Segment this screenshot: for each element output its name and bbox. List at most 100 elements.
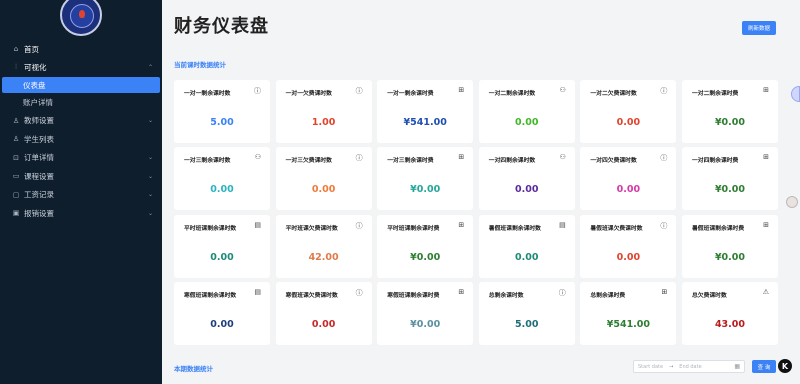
stat-value: 0.00 bbox=[616, 184, 641, 196]
floating-avatar-icon[interactable] bbox=[791, 86, 800, 102]
floating-assistant-button[interactable]: K bbox=[778, 359, 792, 373]
stat-label: 平时班课剩余课时数 bbox=[184, 225, 237, 232]
stat-value: 0.00 bbox=[515, 251, 539, 263]
stat-card: 一对四剩余课时费 ⊞ ¥0.00 bbox=[681, 147, 778, 211]
stat-value: 0.00 bbox=[311, 184, 336, 196]
info-icon: ⓘ bbox=[355, 221, 363, 230]
sidebar-item-label: 报销设置 bbox=[24, 208, 54, 218]
money-icon: ⊞ bbox=[458, 220, 465, 229]
stat-card: 一对一欠费课时数 ⓘ 1.00 bbox=[275, 80, 372, 143]
sidebar-item-2[interactable]: 仪表盘 bbox=[2, 77, 160, 93]
stat-card: 一对三欠费课时数 ⓘ 0.00 bbox=[275, 147, 372, 211]
calendar-icon: ▤ bbox=[254, 288, 261, 297]
sidebar-item-label: 学生列表 bbox=[24, 134, 54, 144]
stat-value: 5.00 bbox=[210, 117, 234, 128]
stat-label: 暑假班课欠费课时数 bbox=[590, 225, 643, 232]
calendar-icon: ▦ bbox=[734, 363, 740, 370]
stat-label: 一对一欠费课时数 bbox=[285, 91, 332, 97]
assistant-avatar-icon[interactable] bbox=[786, 196, 798, 208]
stat-label: 总剩余课时数 bbox=[488, 293, 524, 300]
calendar-icon: ▤ bbox=[254, 220, 261, 229]
stat-card: 一对一剩余课时数 ⓘ 5.00 bbox=[174, 80, 270, 143]
sidebar-item-1[interactable]: ⫶ 可视化 ⌃ bbox=[0, 59, 162, 78]
chevron-down-icon: ⌄ bbox=[147, 172, 153, 180]
user-icon: ♙ bbox=[12, 135, 20, 144]
stat-value: 0.00 bbox=[210, 251, 234, 263]
stat-card: 一对四剩余课时数 ⚇ 0.00 bbox=[478, 147, 575, 211]
chevron-down-icon: ⌄ bbox=[147, 191, 153, 199]
info-icon: ⓘ bbox=[355, 87, 363, 95]
chevron-up-icon: ⌃ bbox=[147, 64, 153, 72]
sidebar-item-0[interactable]: ⌂ 首页 bbox=[0, 40, 162, 59]
stat-label: 总剩余课时费 bbox=[590, 293, 626, 300]
sidebar-item-4[interactable]: ♙ 教师设置 ⌄ bbox=[0, 112, 162, 131]
stat-label: 一对二剩余课时数 bbox=[488, 91, 536, 97]
stat-card: 寒假班课欠费课时数 ⓘ 0.00 bbox=[275, 282, 372, 346]
user-icon: ♙ bbox=[12, 116, 20, 125]
cart-icon: ⊡ bbox=[13, 153, 19, 162]
stat-label: 一对一剩余课时费 bbox=[387, 91, 434, 97]
start-date-input[interactable]: Start date bbox=[638, 364, 663, 370]
refresh-data-button[interactable]: 刷新数据 bbox=[741, 21, 776, 35]
stat-card: 暑假班课欠费课时数 ⓘ 0.00 bbox=[580, 214, 677, 278]
stat-value: 0.00 bbox=[210, 184, 234, 196]
stat-card: 总剩余课时费 ⊞ ¥541.00 bbox=[580, 282, 677, 346]
sidebar-menu: ⌂ 首页 ⫶ 可视化 ⌃ 仪表盘 账户详情 ♙ 教师设置 ⌄ ♙ 学生列表 ⊡ 订单详情 ⌄ ▭ 课程设置 ⌄ ▢ 工… bbox=[0, 40, 162, 223]
stat-label: 一对三剩余课时数 bbox=[184, 158, 231, 165]
money-icon: ⊞ bbox=[763, 220, 769, 229]
stat-card: 总欠费课时数 ⚠ 43.00 bbox=[681, 282, 778, 346]
stat-card: 暑假班课剩余课时数 ▤ 0.00 bbox=[478, 214, 575, 278]
sidebar-item-6[interactable]: ⊡ 订单详情 ⌄ bbox=[0, 149, 162, 168]
section-title-period: 本期数据统计 bbox=[174, 365, 213, 373]
stat-label: 一对四欠费课时数 bbox=[590, 158, 637, 165]
money-icon: ⊞ bbox=[763, 86, 769, 94]
stat-card: 一对一剩余课时费 ⊞ ¥541.00 bbox=[377, 80, 474, 143]
wallet-icon: ▢ bbox=[12, 190, 20, 199]
chart-icon: ⫶ bbox=[15, 63, 17, 72]
stat-card: 平时班课剩余课时费 ⊞ ¥0.00 bbox=[377, 214, 474, 278]
stat-card: 一对三剩余课时数 ⚇ 0.00 bbox=[174, 147, 270, 211]
stat-card: 寒假班课剩余课时费 ⊞ ¥0.00 bbox=[377, 282, 474, 346]
users-icon: ⚇ bbox=[559, 86, 566, 94]
stat-label: 寒假班课剩余课时数 bbox=[184, 293, 237, 300]
stat-card: 一对二剩余课时数 ⚇ 0.00 bbox=[478, 80, 575, 143]
sidebar-item-label: 教师设置 bbox=[24, 116, 54, 126]
sidebar-item-label: 账户详情 bbox=[23, 97, 53, 107]
sidebar-item-3[interactable]: 账户详情 bbox=[0, 93, 162, 112]
stat-label: 暑假班课剩余课时数 bbox=[488, 225, 541, 232]
stat-value: 0.00 bbox=[311, 319, 336, 331]
stat-value: 0.00 bbox=[616, 251, 641, 263]
query-button[interactable]: 查 询 bbox=[752, 360, 776, 373]
stat-card: 一对二剩余课时费 ⊞ ¥0.00 bbox=[681, 80, 778, 143]
stat-card: 平时班课剩余课时数 ▤ 0.00 bbox=[174, 214, 270, 278]
stat-label: 一对三剩余课时费 bbox=[387, 158, 434, 165]
money-icon: ⊞ bbox=[763, 153, 769, 162]
end-date-input[interactable]: End date bbox=[679, 364, 701, 370]
stat-card: 一对二欠费课时数 ⓘ 0.00 bbox=[580, 80, 677, 143]
sidebar-item-7[interactable]: ▭ 课程设置 ⌄ bbox=[0, 167, 162, 186]
sidebar-item-9[interactable]: ▣ 报销设置 ⌄ bbox=[0, 204, 162, 223]
sidebar-item-5[interactable]: ♙ 学生列表 bbox=[0, 130, 162, 149]
stat-label: 一对四剩余课时费 bbox=[691, 158, 739, 165]
stat-value: ¥0.00 bbox=[410, 184, 441, 196]
stat-card: 暑假班课剩余课时费 ⊞ ¥0.00 bbox=[681, 214, 778, 278]
sidebar-item-8[interactable]: ▢ 工资记录 ⌄ bbox=[0, 186, 162, 205]
info-icon: ⓘ bbox=[355, 289, 363, 298]
stat-card: 平时班课欠费课时数 ⓘ 42.00 bbox=[275, 214, 372, 278]
info-icon: ⓘ bbox=[355, 154, 363, 163]
date-range-picker[interactable]: Start date → End date ▦ bbox=[633, 360, 745, 373]
main-content: 财务仪表盘 刷新数据 当前课时数据统计 一对一剩余课时数 ⓘ 5.00 一对一欠费课时… bbox=[162, 0, 800, 384]
money-icon: ⊞ bbox=[661, 288, 668, 297]
stat-value: ¥541.00 bbox=[606, 319, 651, 331]
warning-icon: ⚠ bbox=[762, 288, 769, 297]
school-logo bbox=[60, 0, 102, 36]
info-icon: ⓘ bbox=[660, 221, 668, 230]
stat-card: 一对四欠费课时数 ⓘ 0.00 bbox=[580, 147, 677, 211]
sidebar-item-label: 工资记录 bbox=[24, 190, 54, 200]
stat-value: ¥0.00 bbox=[714, 117, 745, 128]
stat-label: 总欠费课时数 bbox=[691, 293, 727, 300]
stat-label: 寒假班课欠费课时数 bbox=[285, 293, 338, 300]
stats-grid: 一对一剩余课时数 ⓘ 5.00 一对一欠费课时数 ⓘ 1.00 一对一剩余课时费 ⊞ ¥541.… bbox=[174, 80, 778, 346]
money-icon: ⊞ bbox=[458, 86, 465, 94]
stat-value: ¥0.00 bbox=[714, 184, 745, 196]
